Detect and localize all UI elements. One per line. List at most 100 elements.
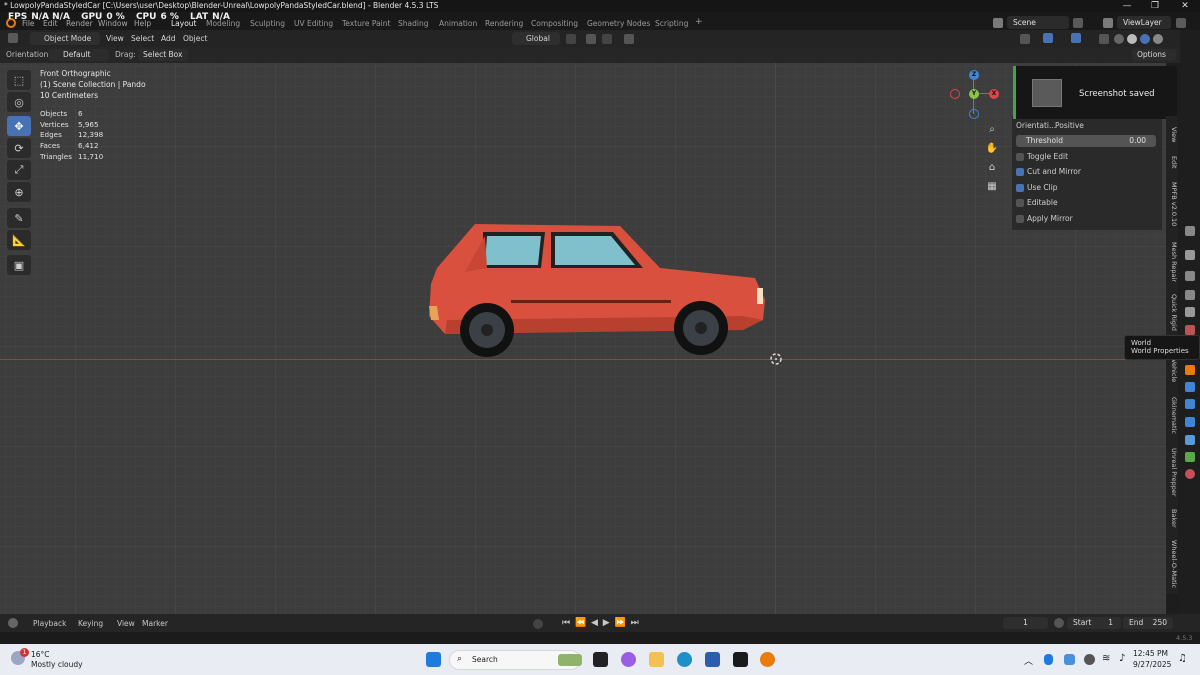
overlay-toggle-icon[interactable] bbox=[1071, 33, 1081, 43]
proportional-edit-icon[interactable] bbox=[624, 34, 634, 44]
sidetab-wheel-o-matic[interactable]: Wheel-O-Matic bbox=[1166, 538, 1178, 590]
render-properties-icon[interactable] bbox=[1185, 250, 1195, 260]
transform-orientation-selector[interactable]: Global bbox=[512, 32, 560, 45]
particles-properties-icon[interactable] bbox=[1185, 399, 1195, 409]
tool-properties-icon[interactable] bbox=[1185, 226, 1195, 236]
physics-properties-icon[interactable] bbox=[1185, 417, 1195, 427]
view-layer-icon[interactable] bbox=[1103, 18, 1113, 28]
scene-selector[interactable]: Scene bbox=[1007, 16, 1069, 29]
np-orientation-dropdown[interactable]: Positive bbox=[1055, 121, 1084, 130]
menu-window[interactable]: Window bbox=[98, 19, 128, 28]
bluetooth-icon[interactable] bbox=[1044, 654, 1053, 665]
new-scene-icon[interactable] bbox=[1073, 18, 1083, 28]
sidetab-gkinematic[interactable]: Gkinematic bbox=[1166, 392, 1178, 438]
sidetab-mesh-repair[interactable]: Mesh Repair bbox=[1166, 238, 1178, 286]
menu-file[interactable]: File bbox=[22, 19, 35, 28]
playback-controls[interactable]: ⏮ ⏪ ◀ ▶ ⏩ ⏭ bbox=[562, 618, 640, 628]
header-menu-view[interactable]: View bbox=[102, 32, 128, 45]
minimize-button[interactable]: — bbox=[1112, 0, 1142, 12]
sidetab-quick-rigid[interactable]: Quick Rigid bbox=[1166, 292, 1178, 332]
task-view-icon[interactable] bbox=[593, 652, 608, 667]
menu-render[interactable]: Render bbox=[66, 19, 93, 28]
sidetab-edit[interactable]: Edit bbox=[1166, 152, 1178, 172]
material-shading-icon[interactable] bbox=[1140, 34, 1150, 44]
store-icon[interactable] bbox=[705, 652, 720, 667]
drag-dropdown[interactable]: Select Box bbox=[138, 49, 188, 61]
terminal-icon[interactable] bbox=[733, 652, 748, 667]
gizmo-x-axis[interactable]: X bbox=[989, 89, 999, 99]
world-properties-icon[interactable] bbox=[1185, 325, 1195, 335]
modifier-properties-icon[interactable] bbox=[1185, 382, 1195, 392]
add-cube-tool[interactable]: ▣ bbox=[7, 255, 31, 275]
perspective-grid-icon[interactable]: ▦ bbox=[983, 177, 1001, 195]
view-layer-selector[interactable]: ViewLayer bbox=[1117, 16, 1171, 29]
add-workspace-button[interactable]: + bbox=[695, 17, 703, 27]
apply-mirror-checkbox[interactable] bbox=[1016, 215, 1024, 223]
scale-tool[interactable]: ⤢ bbox=[7, 160, 31, 180]
view-layer-properties-icon[interactable] bbox=[1185, 290, 1195, 300]
tab-modeling[interactable]: Modeling bbox=[206, 19, 240, 28]
data-properties-icon[interactable] bbox=[1185, 452, 1195, 462]
maximize-button[interactable]: ❐ bbox=[1140, 0, 1170, 12]
blender-taskbar-icon[interactable] bbox=[760, 652, 775, 667]
volume-icon[interactable]: ♪ bbox=[1119, 653, 1125, 664]
scene-icon[interactable] bbox=[993, 18, 1003, 28]
timeline-view-menu[interactable]: View bbox=[117, 619, 135, 628]
sidetab-vehicle[interactable]: Vehicle bbox=[1166, 357, 1178, 385]
notification-bell-icon[interactable]: ♫ bbox=[1178, 653, 1187, 664]
timeline-keying-menu[interactable]: Keying bbox=[78, 619, 103, 628]
sidetab-view[interactable]: View bbox=[1166, 124, 1178, 146]
camera-view-icon[interactable]: ⌂ bbox=[983, 158, 1001, 176]
gizmo-toggle-icon[interactable] bbox=[1043, 33, 1053, 43]
tray-sync-icon[interactable] bbox=[1084, 654, 1095, 665]
sidetab-baker[interactable]: Baker bbox=[1166, 506, 1178, 530]
xray-icon[interactable] bbox=[1099, 34, 1109, 44]
snap-icon[interactable] bbox=[586, 34, 596, 44]
editor-type-icon[interactable] bbox=[8, 33, 18, 43]
wireframe-shading-icon[interactable] bbox=[1114, 34, 1124, 44]
measure-tool[interactable]: 📐 bbox=[7, 230, 31, 250]
close-button[interactable]: ✕ bbox=[1170, 0, 1200, 12]
pivot-icon[interactable] bbox=[566, 34, 576, 44]
wifi-icon[interactable]: ≋ bbox=[1102, 653, 1110, 664]
system-clock-date[interactable]: 9/27/2025 bbox=[1133, 660, 1171, 669]
snap-target-icon[interactable] bbox=[602, 34, 612, 44]
header-menu-add[interactable]: Add bbox=[157, 32, 180, 45]
car-model[interactable] bbox=[425, 220, 770, 362]
tab-uv-editing[interactable]: UV Editing bbox=[294, 19, 333, 28]
3d-cursor-icon[interactable] bbox=[768, 351, 784, 367]
rotate-tool[interactable]: ⟳ bbox=[7, 138, 31, 158]
start-frame-field[interactable]: Start 1 bbox=[1067, 617, 1121, 629]
system-clock-time[interactable]: 12:45 PM bbox=[1133, 649, 1168, 658]
timeline-playback-menu[interactable]: Playback bbox=[33, 619, 66, 628]
tray-app-icon[interactable] bbox=[1064, 654, 1075, 665]
move-tool[interactable]: ✥ bbox=[7, 116, 31, 136]
editable-checkbox[interactable] bbox=[1016, 199, 1024, 207]
cut-and-mirror-checkbox[interactable] bbox=[1016, 168, 1024, 176]
visibility-icon[interactable] bbox=[1020, 34, 1030, 44]
timeline-editor-icon[interactable] bbox=[8, 618, 18, 628]
edge-browser-icon[interactable] bbox=[677, 652, 692, 667]
tab-compositing[interactable]: Compositing bbox=[531, 19, 578, 28]
use-clip-checkbox[interactable] bbox=[1016, 184, 1024, 192]
tab-scripting[interactable]: Scripting bbox=[655, 19, 688, 28]
tab-texture-paint[interactable]: Texture Paint bbox=[342, 19, 390, 28]
gizmo-neg-x-axis[interactable] bbox=[950, 89, 960, 99]
sidetab-mpfb[interactable]: MPFB v2.0.10 bbox=[1166, 178, 1178, 230]
threshold-field[interactable]: Threshold 0.00 bbox=[1016, 135, 1156, 147]
tab-animation[interactable]: Animation bbox=[439, 19, 477, 28]
gizmo-z-axis[interactable]: Z bbox=[969, 70, 979, 80]
orientation-dropdown[interactable]: Default bbox=[49, 49, 109, 61]
scene-properties-icon[interactable] bbox=[1185, 307, 1195, 317]
gizmo-neg-z-axis[interactable] bbox=[969, 109, 979, 119]
object-properties-icon[interactable] bbox=[1185, 365, 1195, 375]
tab-shading[interactable]: Shading bbox=[398, 19, 428, 28]
toggle-edit-checkbox[interactable] bbox=[1016, 153, 1024, 161]
menu-edit[interactable]: Edit bbox=[43, 19, 58, 28]
tab-sculpting[interactable]: Sculpting bbox=[250, 19, 285, 28]
menu-help[interactable]: Help bbox=[134, 19, 151, 28]
rendered-shading-icon[interactable] bbox=[1153, 34, 1163, 44]
output-properties-icon[interactable] bbox=[1185, 271, 1195, 281]
header-menu-select[interactable]: Select bbox=[127, 32, 158, 45]
copilot-icon[interactable] bbox=[621, 652, 636, 667]
